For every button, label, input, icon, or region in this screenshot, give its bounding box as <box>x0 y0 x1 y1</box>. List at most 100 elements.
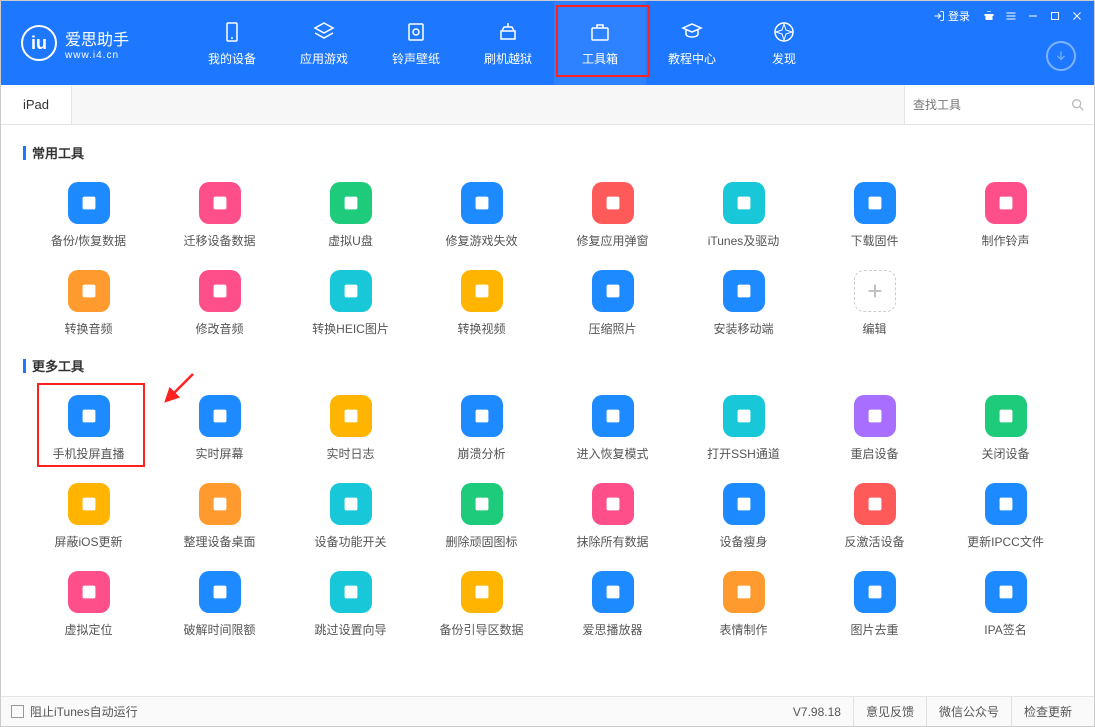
more-tool-6[interactable]: 重启设备 <box>809 389 940 477</box>
more-tool-12[interactable]: 抹除所有数据 <box>547 477 678 565</box>
tool-icon <box>592 483 634 525</box>
common-tool-10[interactable]: 转换HEIC图片 <box>285 264 416 352</box>
tool-label: 虚拟定位 <box>64 621 112 638</box>
tool-label: 爱思播放器 <box>582 621 642 638</box>
nav-item-0[interactable]: 我的设备 <box>186 1 278 85</box>
tool-label: iTunes及驱动 <box>708 232 780 249</box>
common-tool-14[interactable]: 编辑 <box>809 264 940 352</box>
check-update-link[interactable]: 检查更新 <box>1011 697 1084 726</box>
more-tool-8[interactable]: 屏蔽iOS更新 <box>23 477 154 565</box>
nav-icon <box>496 20 520 44</box>
more-tool-10[interactable]: 设备功能开关 <box>285 477 416 565</box>
nav-item-5[interactable]: 教程中心 <box>646 1 738 85</box>
more-tool-19[interactable]: 备份引导区数据 <box>416 565 547 653</box>
more-tool-17[interactable]: 破解时间限额 <box>154 565 285 653</box>
common-tool-13[interactable]: 安装移动端 <box>678 264 809 352</box>
tab-ipad[interactable]: iPad <box>1 85 72 124</box>
maximize-icon[interactable] <box>1046 7 1064 25</box>
tool-icon <box>199 395 241 437</box>
more-tool-20[interactable]: 爱思播放器 <box>547 565 678 653</box>
close-icon[interactable] <box>1068 7 1086 25</box>
nav-item-1[interactable]: 应用游戏 <box>278 1 370 85</box>
nav-item-3[interactable]: 刷机越狱 <box>462 1 554 85</box>
more-tool-16[interactable]: 虚拟定位 <box>23 565 154 653</box>
more-tool-22[interactable]: 图片去重 <box>809 565 940 653</box>
tool-label: 实时日志 <box>326 445 374 462</box>
common-tool-2[interactable]: 虚拟U盘 <box>285 176 416 264</box>
tool-icon <box>199 270 241 312</box>
more-tool-7[interactable]: 关闭设备 <box>940 389 1071 477</box>
more-tool-5[interactable]: 打开SSH通道 <box>678 389 809 477</box>
tool-icon <box>68 571 110 613</box>
tool-label: 抹除所有数据 <box>576 533 648 550</box>
subbar: iPad <box>1 85 1094 125</box>
common-tool-8[interactable]: 转换音频 <box>23 264 154 352</box>
common-tool-7[interactable]: 制作铃声 <box>940 176 1071 264</box>
more-tool-4[interactable]: 进入恢复模式 <box>547 389 678 477</box>
nav-icon <box>312 20 336 44</box>
nav-item-4[interactable]: 工具箱 <box>554 1 646 85</box>
tool-icon <box>68 483 110 525</box>
tool-icon <box>461 571 503 613</box>
common-tool-11[interactable]: 转换视频 <box>416 264 547 352</box>
more-tool-9[interactable]: 整理设备桌面 <box>154 477 285 565</box>
wechat-link[interactable]: 微信公众号 <box>926 697 1011 726</box>
minimize-icon[interactable] <box>1024 7 1042 25</box>
search-box[interactable] <box>904 85 1094 124</box>
list-icon[interactable] <box>1002 7 1020 25</box>
more-tool-14[interactable]: 反激活设备 <box>809 477 940 565</box>
tool-label: 整理设备桌面 <box>183 533 255 550</box>
tool-label: 重启设备 <box>850 445 898 462</box>
version-label: V7.98.18 <box>793 705 853 719</box>
tool-label: 反激活设备 <box>844 533 904 550</box>
common-tool-0[interactable]: 备份/恢复数据 <box>23 176 154 264</box>
tool-label: 虚拟U盘 <box>328 232 373 249</box>
common-tool-1[interactable]: 迁移设备数据 <box>154 176 285 264</box>
tool-label: 表情制作 <box>719 621 767 638</box>
tool-label: 转换HEIC图片 <box>312 320 389 337</box>
common-tool-9[interactable]: 修改音频 <box>154 264 285 352</box>
more-tool-21[interactable]: 表情制作 <box>678 565 809 653</box>
more-tool-13[interactable]: 设备瘦身 <box>678 477 809 565</box>
tool-icon <box>461 395 503 437</box>
tool-label: 关闭设备 <box>981 445 1029 462</box>
login-icon <box>933 10 945 22</box>
tool-icon <box>592 270 634 312</box>
nav-item-6[interactable]: 发现 <box>738 1 830 85</box>
logo-title: 爱思助手 <box>65 26 129 50</box>
more-tool-3[interactable]: 崩溃分析 <box>416 389 547 477</box>
tool-label: IPA签名 <box>984 621 1026 638</box>
more-tool-0[interactable]: 手机投屏直播 <box>23 389 154 477</box>
search-input[interactable] <box>913 98 1070 112</box>
tool-icon <box>854 395 896 437</box>
tool-label: 破解时间限额 <box>183 621 255 638</box>
common-tool-3[interactable]: 修复游戏失效 <box>416 176 547 264</box>
feedback-link[interactable]: 意见反馈 <box>853 697 926 726</box>
nav-item-2[interactable]: 铃声壁纸 <box>370 1 462 85</box>
common-tool-4[interactable]: 修复应用弹窗 <box>547 176 678 264</box>
more-tool-11[interactable]: 删除顽固图标 <box>416 477 547 565</box>
logo-icon: iu <box>21 25 57 61</box>
tool-label: 设备功能开关 <box>314 533 386 550</box>
download-button[interactable] <box>1046 41 1076 71</box>
tool-icon <box>330 571 372 613</box>
tool-icon <box>854 483 896 525</box>
more-tool-23[interactable]: IPA签名 <box>940 565 1071 653</box>
more-tool-1[interactable]: 实时屏幕 <box>154 389 285 477</box>
block-itunes-checkbox[interactable] <box>11 705 24 718</box>
more-tool-18[interactable]: 跳过设置向导 <box>285 565 416 653</box>
logo-area: iu 爱思助手 www.i4.cn <box>1 25 186 61</box>
common-tool-5[interactable]: iTunes及驱动 <box>678 176 809 264</box>
common-tool-12[interactable]: 压缩照片 <box>547 264 678 352</box>
tool-icon <box>723 483 765 525</box>
login-link[interactable]: 登录 <box>933 8 970 24</box>
more-tool-15[interactable]: 更新IPCC文件 <box>940 477 1071 565</box>
gift-icon[interactable] <box>980 7 998 25</box>
tool-icon <box>592 571 634 613</box>
tool-label: 下载固件 <box>850 232 898 249</box>
tool-icon <box>854 571 896 613</box>
more-tool-2[interactable]: 实时日志 <box>285 389 416 477</box>
tool-icon <box>461 182 503 224</box>
tool-icon <box>330 395 372 437</box>
common-tool-6[interactable]: 下载固件 <box>809 176 940 264</box>
